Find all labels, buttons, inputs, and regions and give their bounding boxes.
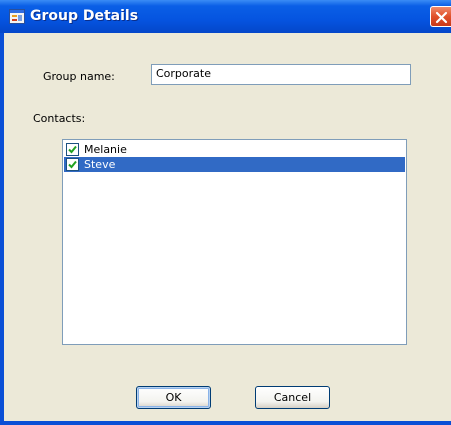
group-name-label: Group name: — [43, 70, 115, 83]
checkbox-melanie[interactable] — [66, 143, 79, 156]
window-title: Group Details — [30, 8, 139, 24]
title-bar[interactable]: Group Details — [0, 0, 451, 33]
close-button[interactable] — [430, 6, 451, 27]
window-border — [0, 421, 451, 425]
dialog-window: Group Details Group name: Corporate Cont… — [0, 0, 451, 425]
form-window-icon — [9, 9, 25, 24]
list-item-steve[interactable]: Steve — [64, 157, 405, 172]
contacts-checklist[interactable]: Melanie Steve — [62, 139, 407, 345]
list-item-label: Steve — [84, 158, 116, 171]
ok-button[interactable]: OK — [136, 386, 211, 409]
list-item-melanie[interactable]: Melanie — [64, 142, 405, 157]
contacts-label: Contacts: — [33, 112, 86, 125]
checkbox-steve[interactable] — [66, 158, 79, 171]
cancel-button[interactable]: Cancel — [255, 386, 330, 409]
dialog-body: Group name: Corporate Contacts: Melanie … — [4, 33, 451, 421]
list-item-label: Melanie — [84, 143, 127, 156]
group-name-input[interactable]: Corporate — [151, 64, 411, 85]
